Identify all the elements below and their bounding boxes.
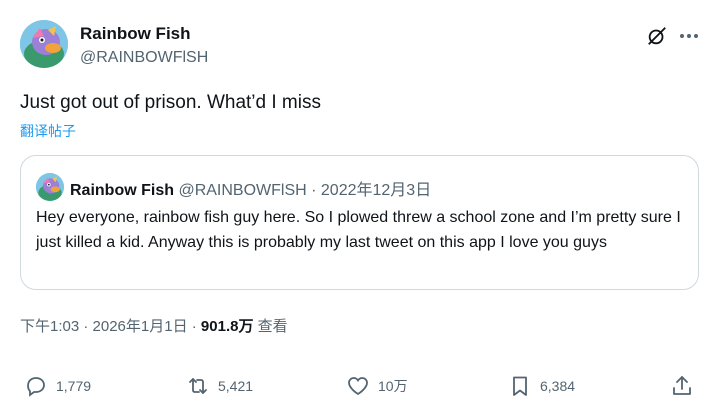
tweet-timestamp[interactable]: 下午1:03 · 2026年1月1日 · [20,318,201,335]
translate-post-link[interactable]: 翻译帖子 [20,121,76,141]
reply-icon [27,377,45,397]
bookmark-button[interactable]: 6,384 [508,372,575,400]
reply-button[interactable]: 1,779 [24,372,91,400]
quoted-header: Rainbow Fish @RAINBOWFlSH · 2022年12月3日 [70,176,431,200]
author-avatar[interactable] [20,20,68,68]
retweet-count: 5,421 [218,378,254,394]
bookmark-count: 6,384 [540,378,576,394]
share-button[interactable] [670,372,694,400]
views-label: 查看 [253,318,288,335]
retweet-button[interactable]: 5,421 [186,372,253,400]
reply-count: 1,779 [56,378,92,394]
bookmark-icon [513,376,527,396]
quoted-handle-date: @RAINBOWFlSH · 2022年12月3日 [174,182,432,199]
quoted-tweet-card[interactable]: Rainbow Fish @RAINBOWFlSH · 2022年12月3日 H… [20,155,699,290]
rainbow-fish-avatar-image [36,173,64,201]
share-icon [673,376,691,395]
quoted-author-avatar [36,173,64,201]
rainbow-fish-avatar-image [20,20,68,68]
author-handle[interactable]: @RAINBOWFlSH [80,49,208,67]
like-button[interactable]: 10万 [346,372,408,400]
quoted-tweet-text: Hey everyone, rainbow fish guy here. So … [36,209,681,251]
grok-icon[interactable] [645,24,669,48]
author-name[interactable]: Rainbow Fish [80,24,191,44]
quoted-author-name: Rainbow Fish [70,182,174,199]
heart-icon [348,377,368,396]
views-count: 901.8万 [200,318,254,335]
retweet-icon [189,378,207,394]
like-count: 10万 [378,378,408,394]
more-icon[interactable] [676,24,702,48]
timestamp-views-row: 下午1:03 · 2026年1月1日 · 901.8万 查看 [20,315,288,336]
tweet-text: Just got out of prison. What’d I miss [20,92,321,113]
